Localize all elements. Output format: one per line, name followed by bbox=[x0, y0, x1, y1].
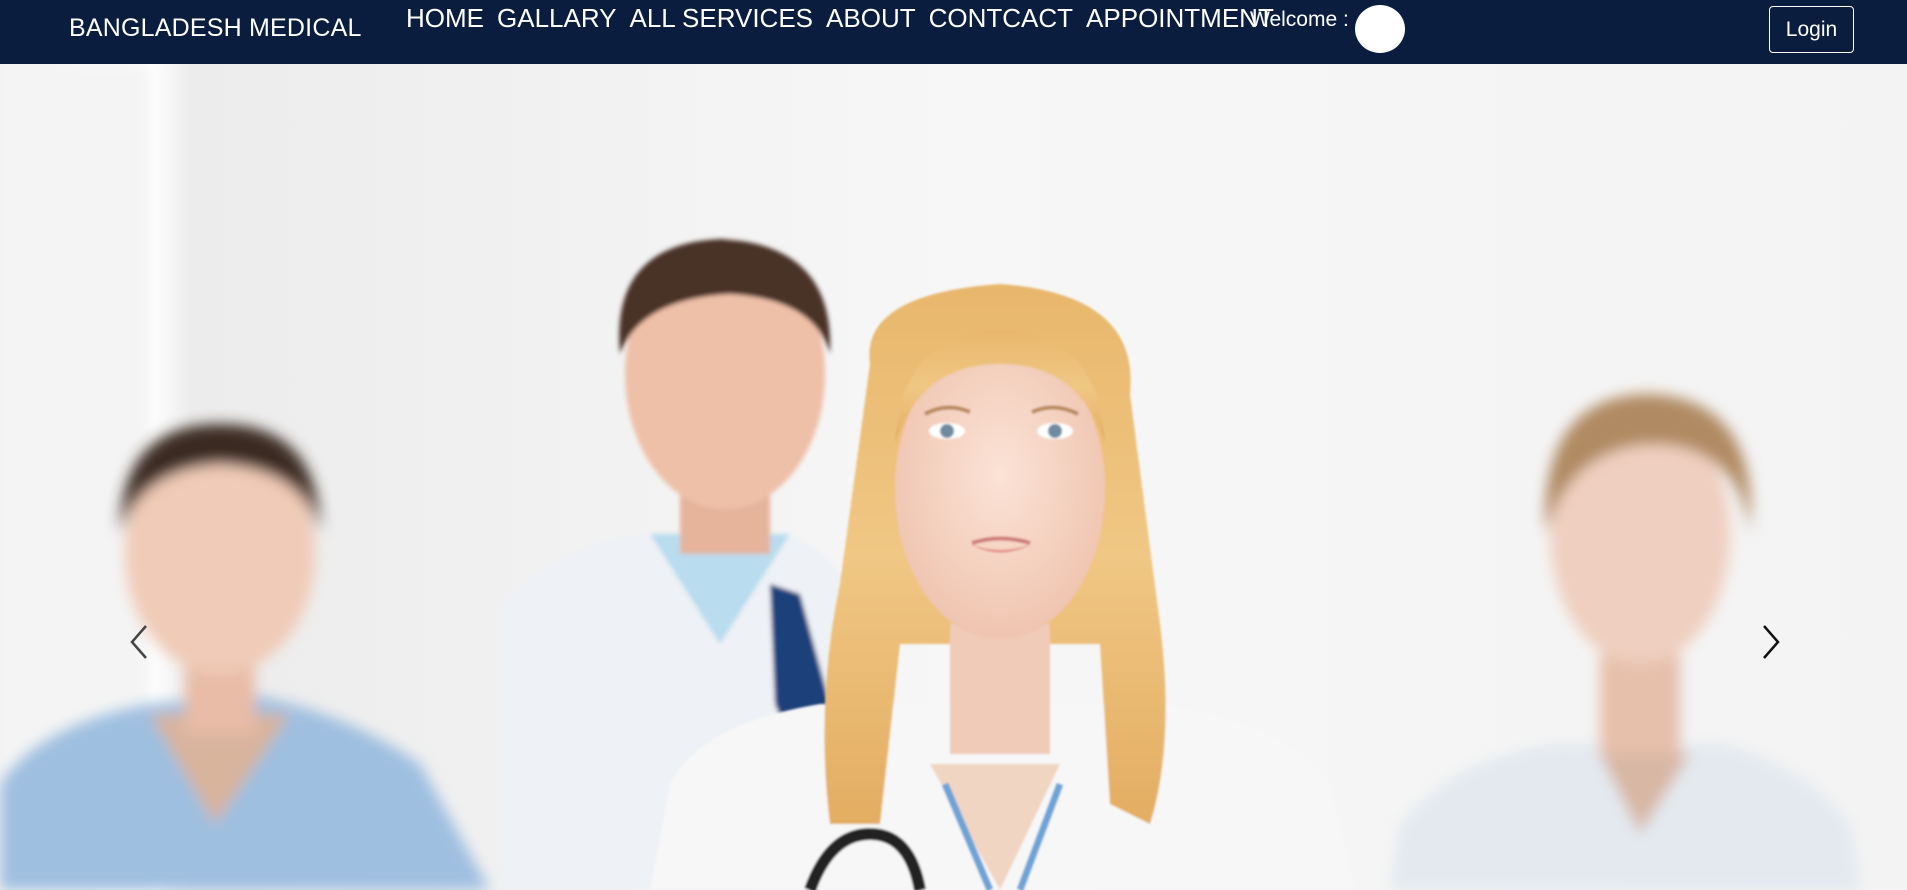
carousel-prev-button[interactable] bbox=[109, 612, 169, 672]
top-navbar: BANGLADESH MEDICAL HOME GALLARY ALL SERV… bbox=[0, 0, 1907, 64]
nav-link-contact[interactable]: CONTCACT bbox=[929, 2, 1073, 34]
nav-link-gallery[interactable]: GALLARY bbox=[497, 2, 616, 34]
carousel-next-button[interactable] bbox=[1741, 612, 1801, 672]
brand-logo-text[interactable]: BANGLADESH MEDICAL bbox=[69, 13, 362, 43]
welcome-text: Welcome : bbox=[1250, 8, 1349, 31]
nav-link-home[interactable]: HOME bbox=[406, 2, 484, 34]
nav-link-appointment[interactable]: APPOINTMENT bbox=[1086, 2, 1274, 34]
nav-link-about[interactable]: ABOUT bbox=[826, 2, 916, 34]
nav-link-all-services[interactable]: ALL SERVICES bbox=[629, 2, 813, 34]
nav-menu: HOME GALLARY ALL SERVICES ABOUT CONTCACT… bbox=[406, 2, 1287, 34]
chevron-left-icon bbox=[130, 625, 147, 659]
user-avatar[interactable] bbox=[1355, 5, 1405, 53]
hero-carousel bbox=[0, 64, 1907, 890]
chevron-right-icon bbox=[1763, 625, 1780, 659]
login-button[interactable]: Login bbox=[1769, 6, 1854, 53]
hero-image-doctors bbox=[0, 64, 1907, 890]
